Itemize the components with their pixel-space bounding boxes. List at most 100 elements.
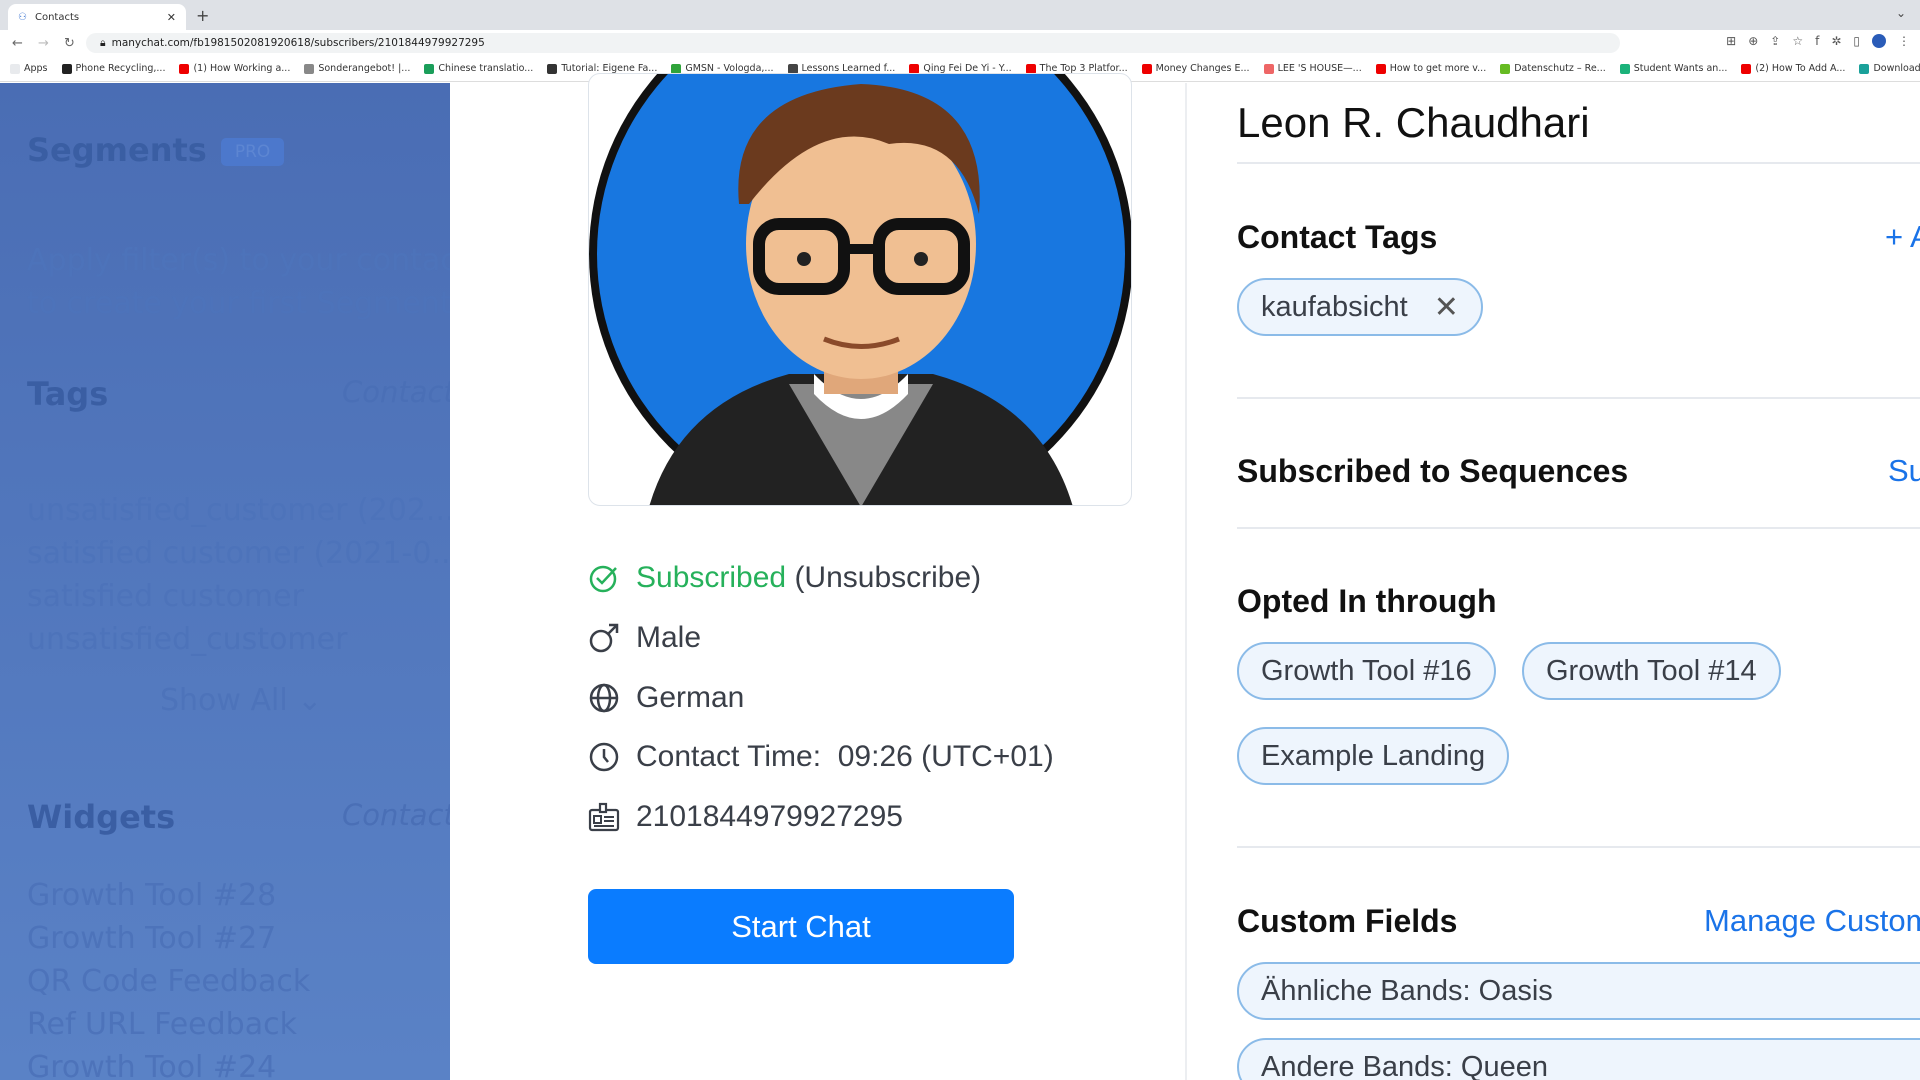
- manage-custom-fields-link[interactable]: Manage Custom: [1704, 903, 1920, 939]
- gender-value: Male: [636, 621, 702, 654]
- segments-heading: Segments PRO: [27, 131, 285, 169]
- manychat-favicon-icon: ⚇: [18, 11, 27, 23]
- tag-item[interactable]: unsatisfied_customer (202...: [27, 493, 450, 528]
- bookmark-label: Money Changes E...: [1155, 63, 1250, 74]
- tags-contacts-column: Contact: [342, 375, 450, 409]
- bookmark-favicon-icon: [179, 63, 190, 74]
- bookmark-item[interactable]: Sonderangebot! |...: [304, 63, 410, 74]
- check-circle-icon: [589, 565, 617, 593]
- bookmark-item[interactable]: Money Changes E...: [1141, 63, 1250, 74]
- tag-item[interactable]: satisfied customer: [27, 579, 304, 614]
- opted-in-heading: Opted In through: [1237, 583, 1497, 619]
- clock-icon: [589, 742, 619, 772]
- bookmark-favicon-icon: [424, 63, 435, 74]
- divider: [1237, 162, 1920, 164]
- url-field[interactable]: 🔒︎ manychat.com/fb198150208192061­8/subsc…: [86, 33, 1620, 53]
- tab-search-chevron-icon[interactable]: ⌄: [1896, 6, 1906, 20]
- lock-icon: 🔒︎: [100, 36, 106, 49]
- remove-tag-icon[interactable]: ✕: [1434, 290, 1459, 325]
- divider: [1237, 527, 1920, 529]
- bookmark-favicon-icon: [1375, 63, 1386, 74]
- globe-icon: [589, 683, 619, 713]
- bookmark-item[interactable]: Download - Cooki...: [1859, 63, 1920, 74]
- opt-in-chip[interactable]: Growth Tool #16: [1237, 642, 1496, 700]
- custom-fields-heading: Custom Fields: [1237, 903, 1458, 939]
- subscribe-sequence-link[interactable]: Su: [1888, 453, 1920, 489]
- zoom-icon[interactable]: ⊕: [1748, 34, 1758, 48]
- widget-item[interactable]: QR Code Feedback: [27, 964, 310, 999]
- sidepanel-icon[interactable]: ▯: [1853, 34, 1860, 48]
- language-value: German: [636, 681, 745, 714]
- bookmark-item[interactable]: Datenschutz – Re...: [1500, 63, 1606, 74]
- avatar: [588, 73, 1132, 506]
- bookmark-favicon-icon: [1741, 63, 1752, 74]
- bookmark-label: Chinese translatio...: [438, 63, 534, 74]
- back-icon[interactable]: ←: [12, 36, 26, 51]
- bookmark-favicon-icon: [10, 63, 20, 74]
- menu-icon[interactable]: ⋮: [1898, 34, 1910, 48]
- extensions-icon[interactable]: ✲: [1831, 34, 1841, 48]
- sidebar-overlay: Segments PRO Apply filter(s) to your cont…: [0, 83, 450, 1080]
- bookmark-label: Download - Cooki...: [1873, 63, 1920, 74]
- bookmark-label: Phone Recycling,...: [75, 63, 166, 74]
- subscribed-label: Subscribed: [636, 561, 787, 594]
- language-row: German: [588, 681, 744, 715]
- bookmark-label: Apps: [24, 63, 48, 74]
- bookmark-item[interactable]: (2) How To Add A...: [1741, 63, 1845, 74]
- bookmark-item[interactable]: Apps: [10, 63, 48, 74]
- sequences-heading: Subscribed to Sequences: [1237, 453, 1629, 489]
- profile-avatar-icon[interactable]: [1872, 34, 1886, 48]
- share-icon[interactable]: ⇪: [1770, 34, 1780, 48]
- unsubscribe-link[interactable]: (Unsubscribe): [794, 561, 981, 594]
- bookmark-item[interactable]: Student Wants an...: [1619, 63, 1727, 74]
- widget-item[interactable]: Growth Tool #27: [27, 921, 276, 956]
- tag-item[interactable]: unsatisfied_customer: [27, 622, 347, 657]
- bookmark-favicon-icon: [1025, 63, 1036, 74]
- contact-id-value: 2101844979927295: [636, 800, 903, 833]
- gender-row: Male: [588, 621, 701, 655]
- tab-title: Contacts: [34, 11, 80, 23]
- bookmark-label: LEE 'S HOUSE—...: [1277, 63, 1362, 74]
- address-bar-row: ← → ↻ 🔒︎ manychat.com/fb198150208192061­8…: [0, 30, 1920, 56]
- start-chat-button[interactable]: Start Chat: [588, 889, 1014, 964]
- bookmark-label: Sonderangebot! |...: [318, 63, 411, 74]
- opt-in-chip[interactable]: Example Landing: [1237, 727, 1510, 785]
- contact-time-value: 09:26 (UTC+01): [837, 740, 1054, 773]
- bookmark-favicon-icon: [304, 63, 315, 74]
- facebook-extension-icon[interactable]: f: [1815, 34, 1819, 48]
- bookmark-star-icon[interactable]: ☆: [1792, 34, 1803, 48]
- custom-field[interactable]: Ähnliche Bands: Oasis: [1237, 962, 1920, 1020]
- browser-tab[interactable]: ⚇ Contacts ✕: [8, 4, 186, 30]
- widget-item[interactable]: Growth Tool #28: [27, 878, 276, 913]
- show-all-button[interactable]: Show All ⌄: [160, 683, 322, 718]
- subscription-status: Subscribed (Unsubscribe): [588, 561, 981, 595]
- url-text: manychat.com/fb198150208192061­8/subscri…: [111, 37, 485, 49]
- id-card-icon: [588, 802, 620, 832]
- forward-icon[interactable]: →: [38, 36, 52, 51]
- contact-time-row: Contact Time: 09:26 (UTC+01): [588, 740, 1054, 774]
- bookmark-item[interactable]: How to get more v...: [1375, 63, 1486, 74]
- bookmark-item[interactable]: Chinese translatio...: [424, 63, 533, 74]
- reload-icon[interactable]: ↻: [64, 36, 78, 51]
- bookmark-item[interactable]: (1) How Working a...: [179, 63, 290, 74]
- custom-field[interactable]: Andere Bands: Queen: [1237, 1038, 1920, 1080]
- bookmark-favicon-icon: [1859, 63, 1870, 74]
- close-tab-icon[interactable]: ✕: [167, 11, 176, 24]
- avatar-illustration: [589, 74, 1131, 505]
- bookmark-favicon-icon: [547, 63, 558, 74]
- add-tag-link[interactable]: + A: [1885, 219, 1920, 255]
- opt-in-chip[interactable]: Growth Tool #14: [1522, 642, 1781, 700]
- bookmark-item[interactable]: LEE 'S HOUSE—...: [1263, 63, 1362, 74]
- tag-item[interactable]: satisfied customer (2021-0...: [27, 536, 450, 571]
- divider: [1237, 397, 1920, 399]
- translate-icon[interactable]: ⊞: [1726, 34, 1736, 48]
- new-tab-button[interactable]: +: [196, 6, 209, 25]
- contact-name: Leon R. Chaudhari: [1237, 99, 1590, 146]
- contact-tags-heading: Contact Tags: [1237, 219, 1438, 255]
- chevron-down-icon: ⌄: [297, 683, 323, 718]
- widget-item[interactable]: Growth Tool #24: [27, 1050, 276, 1080]
- tag-chip: kaufabsicht ✕: [1237, 278, 1483, 336]
- widgets-contacts-column: Contact: [342, 798, 450, 832]
- widget-item[interactable]: Ref URL Feedback: [27, 1007, 297, 1042]
- bookmark-item[interactable]: Phone Recycling,...: [61, 63, 166, 74]
